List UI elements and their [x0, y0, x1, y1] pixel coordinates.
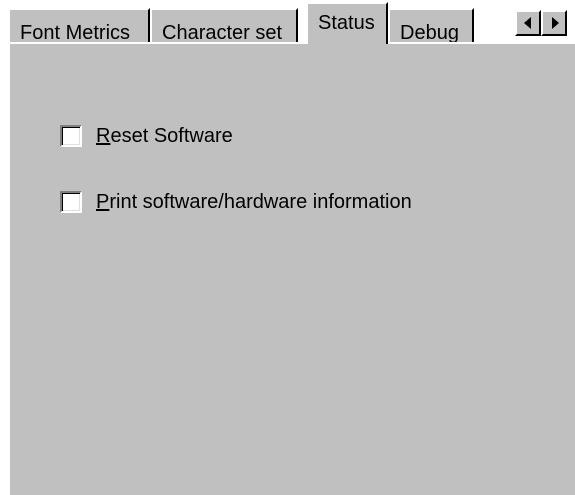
- print-info-label-rest: rint software/hardware information: [109, 190, 412, 213]
- tab-character-set[interactable]: Character set: [150, 8, 298, 44]
- arrow-right-icon: [552, 17, 559, 29]
- tab-label: Font Metrics: [20, 22, 131, 44]
- status-panel: [8, 42, 575, 495]
- print-info-mnemonic: P: [96, 190, 110, 213]
- tab-label: Status: [318, 12, 375, 34]
- print-info-label: Print software/hardware information: [96, 191, 412, 214]
- reset-software-label: Reset Software: [96, 125, 233, 148]
- tab-font-metrics[interactable]: Font Metrics: [8, 8, 150, 44]
- tab-scroll-right-button[interactable]: [541, 10, 567, 36]
- active-tab-join: [310, 42, 384, 46]
- tab-status[interactable]: Status: [306, 2, 388, 44]
- tab-debug[interactable]: Debug: [388, 8, 474, 44]
- reset-software-checkbox[interactable]: [60, 125, 82, 147]
- print-info-checkbox[interactable]: [60, 191, 82, 213]
- reset-software-mnemonic: R: [96, 124, 111, 147]
- arrow-left-icon: [524, 17, 531, 29]
- tab-label: Debug: [400, 22, 459, 44]
- property-sheet: Font Metrics Character set Status Debug …: [0, 0, 575, 495]
- tab-scroll-left-button[interactable]: [515, 10, 541, 36]
- reset-software-label-rest: eset Software: [110, 124, 233, 147]
- tab-label: Character set: [162, 22, 283, 44]
- print-info-option[interactable]: Print software/hardware information: [60, 190, 412, 214]
- reset-software-option[interactable]: Reset Software: [60, 124, 233, 148]
